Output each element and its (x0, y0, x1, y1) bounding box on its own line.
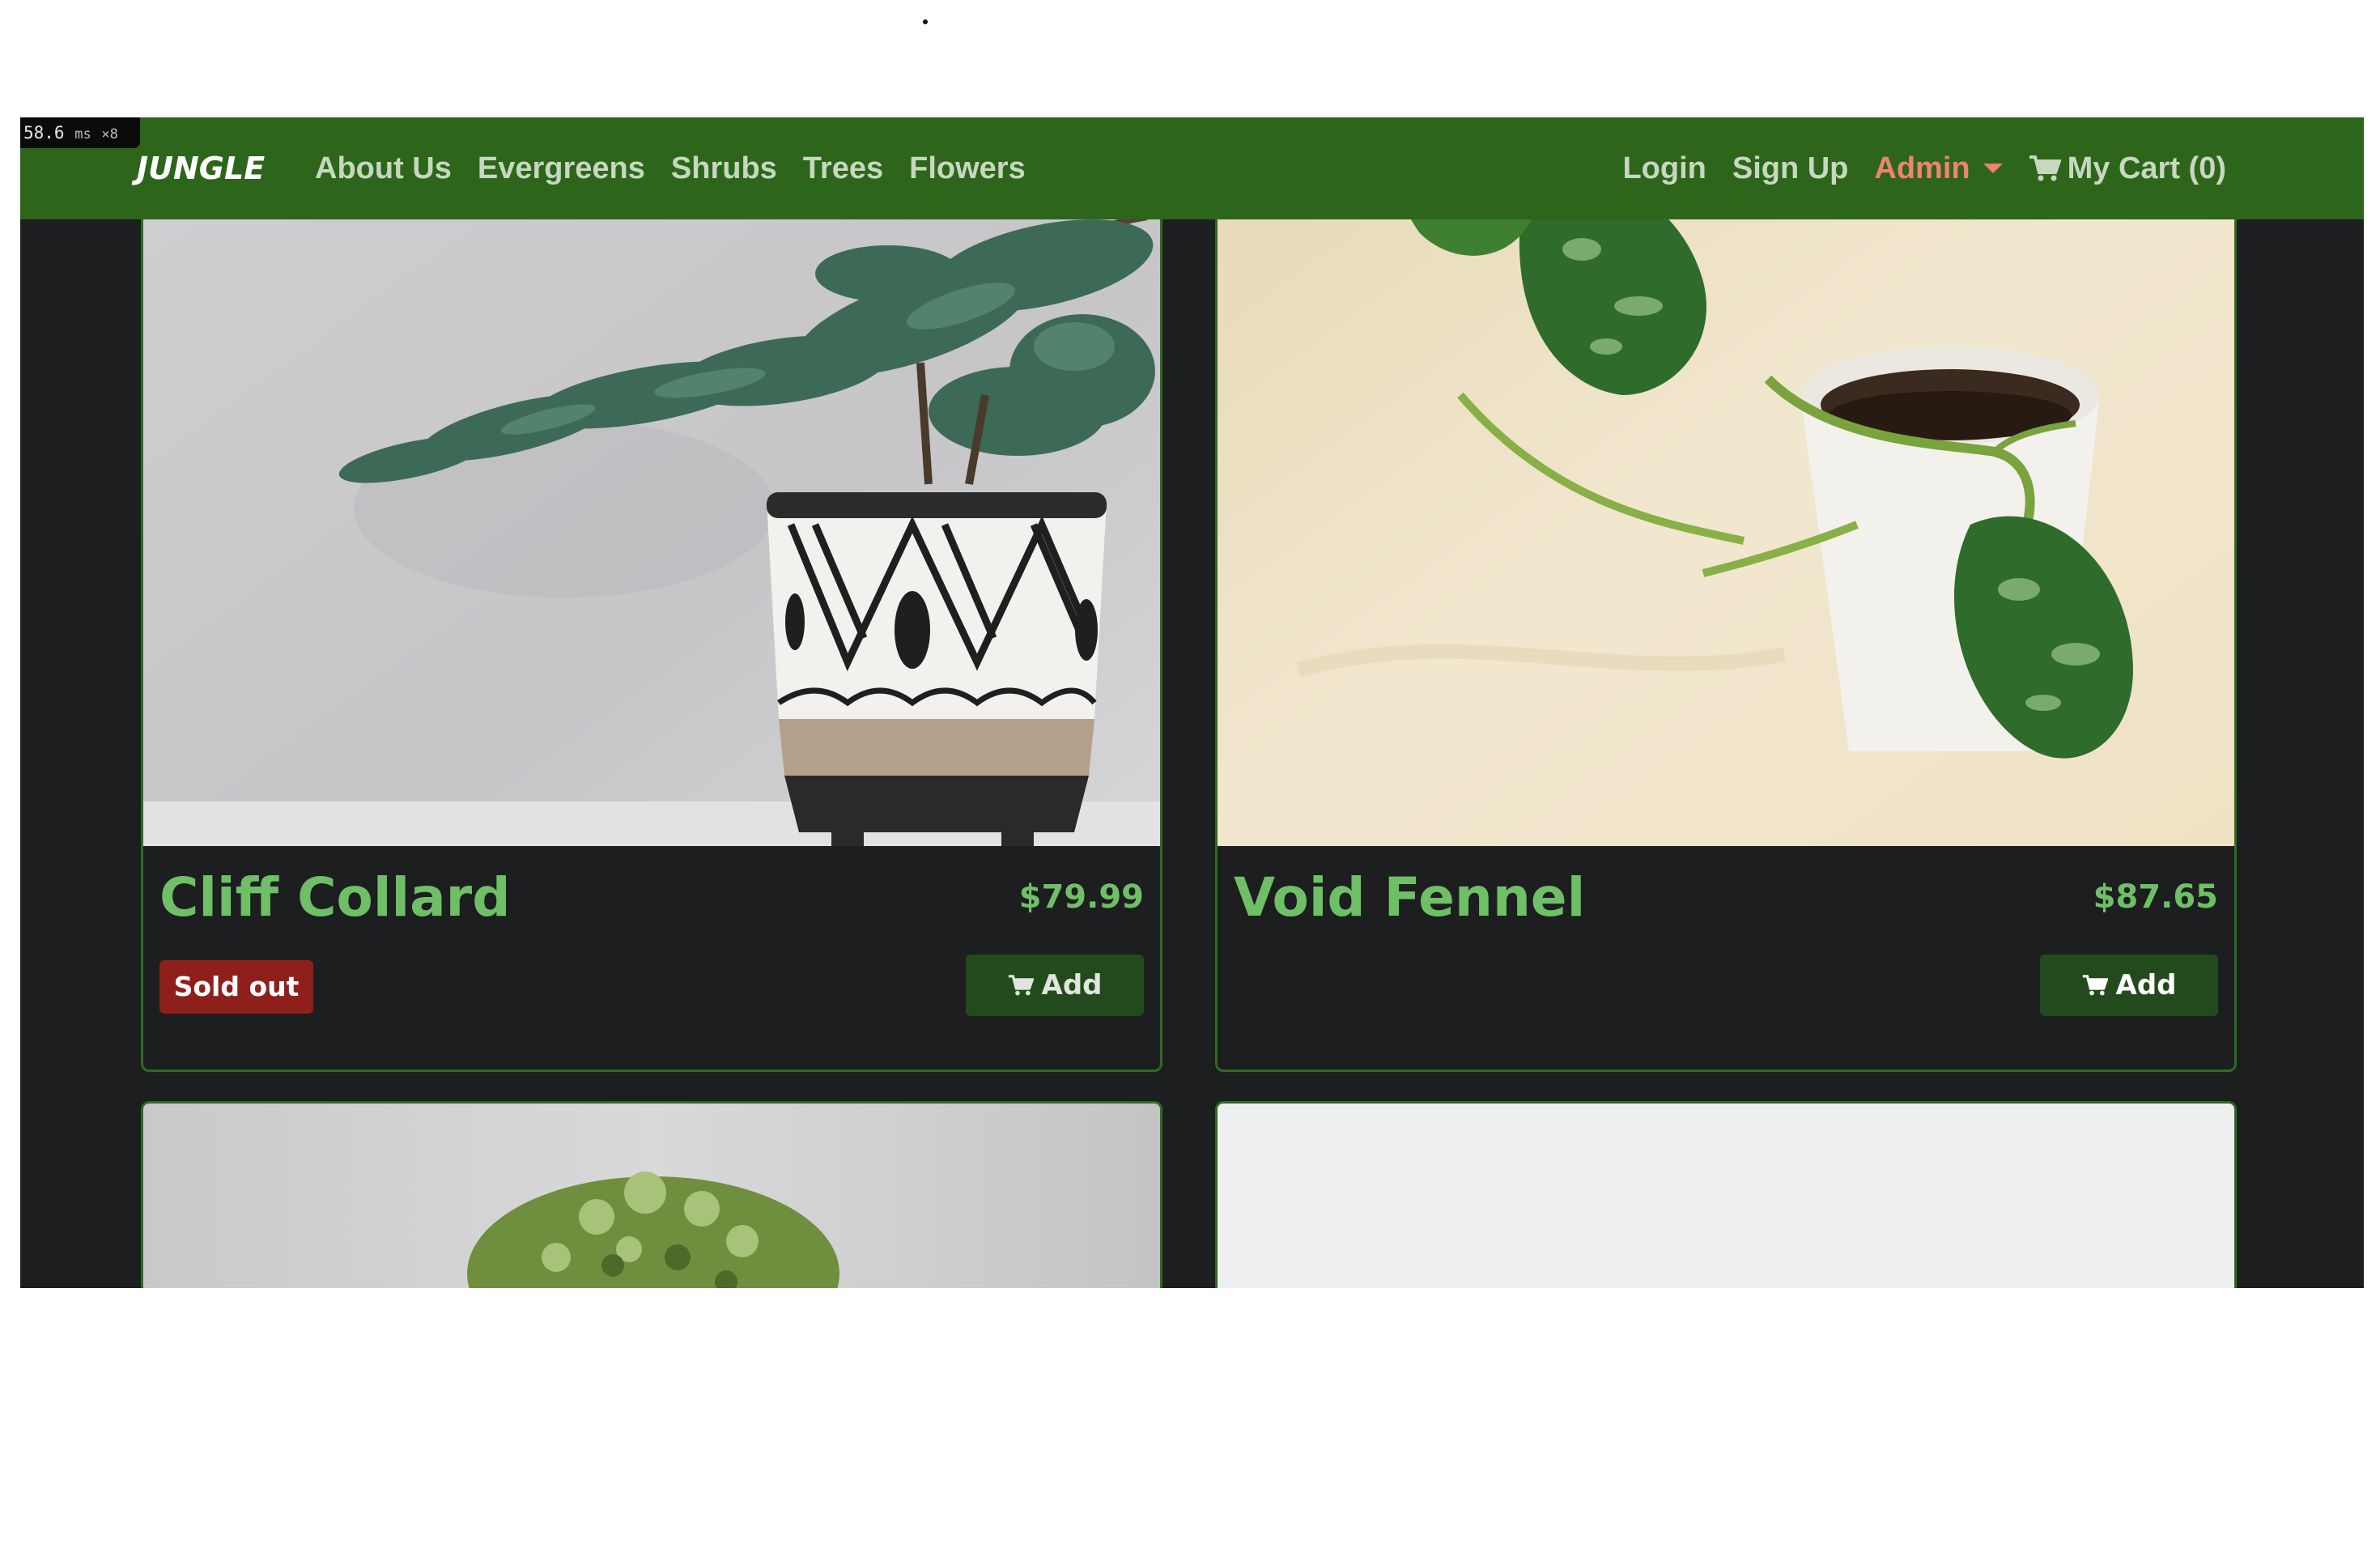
brand-logo[interactable]: JUNGLE (137, 117, 265, 219)
stray-dot (923, 19, 928, 24)
cart-icon (2029, 155, 2061, 181)
perf-multiplier: ×8 (101, 126, 118, 142)
perf-unit: ms (74, 126, 91, 142)
product-image-shrub[interactable] (143, 1104, 1160, 1288)
add-to-cart-button[interactable]: Add (966, 955, 1144, 1016)
product-price: $87.65 (2093, 878, 2218, 916)
nav-link-about-us[interactable]: About Us (315, 151, 452, 186)
add-to-cart-button[interactable]: Add (2040, 955, 2218, 1016)
product-price: $79.99 (1018, 878, 1144, 916)
add-label: Add (1041, 969, 1103, 1002)
add-label: Add (2115, 969, 2177, 1002)
sold-out-badge: Sold out (159, 960, 313, 1014)
product-image-white[interactable] (1218, 1104, 2234, 1288)
cart-label: My Cart (0) (2067, 151, 2226, 185)
nav-link-shrubs[interactable]: Shrubs (671, 151, 777, 186)
admin-dropdown[interactable]: Admin (1874, 151, 2003, 186)
performance-badge: 58.6 ms ×8 (20, 117, 140, 148)
nav-link-flowers[interactable]: Flowers (909, 151, 1026, 186)
login-link[interactable]: Login (1622, 151, 1706, 186)
cart-icon (2082, 975, 2108, 996)
product-name[interactable]: Void Fennel (1234, 866, 1585, 929)
nav-link-trees[interactable]: Trees (803, 151, 883, 186)
nav-account: Login Sign Up Admin My Cart (0) (1622, 117, 2226, 219)
caret-down-icon (1983, 164, 2003, 173)
product-name[interactable]: Cliff Collard (159, 866, 510, 929)
navbar: JUNGLE About Us Evergreens Shrubs Trees … (20, 117, 2364, 219)
product-image-bonsai-pot[interactable] (143, 117, 1160, 846)
nav-link-evergreens[interactable]: Evergreens (478, 151, 645, 186)
admin-label: Admin (1874, 151, 1970, 185)
browser-viewport: JUNGLE About Us Evergreens Shrubs Trees … (20, 117, 2364, 1288)
product-card (141, 1101, 1162, 1288)
product-card: Cliff Collard $79.99 Sold out Add (141, 117, 1162, 1072)
product-image-pothos[interactable] (1218, 117, 2234, 846)
cart-icon (1008, 975, 1034, 996)
signup-link[interactable]: Sign Up (1732, 151, 1849, 186)
product-card (1215, 1101, 2237, 1288)
product-card: Void Fennel $87.65 Add (1215, 117, 2237, 1072)
perf-value: 58.6 (23, 123, 65, 142)
nav-categories: About Us Evergreens Shrubs Trees Flowers (315, 117, 1026, 219)
cart-link[interactable]: My Cart (0) (2029, 151, 2226, 186)
